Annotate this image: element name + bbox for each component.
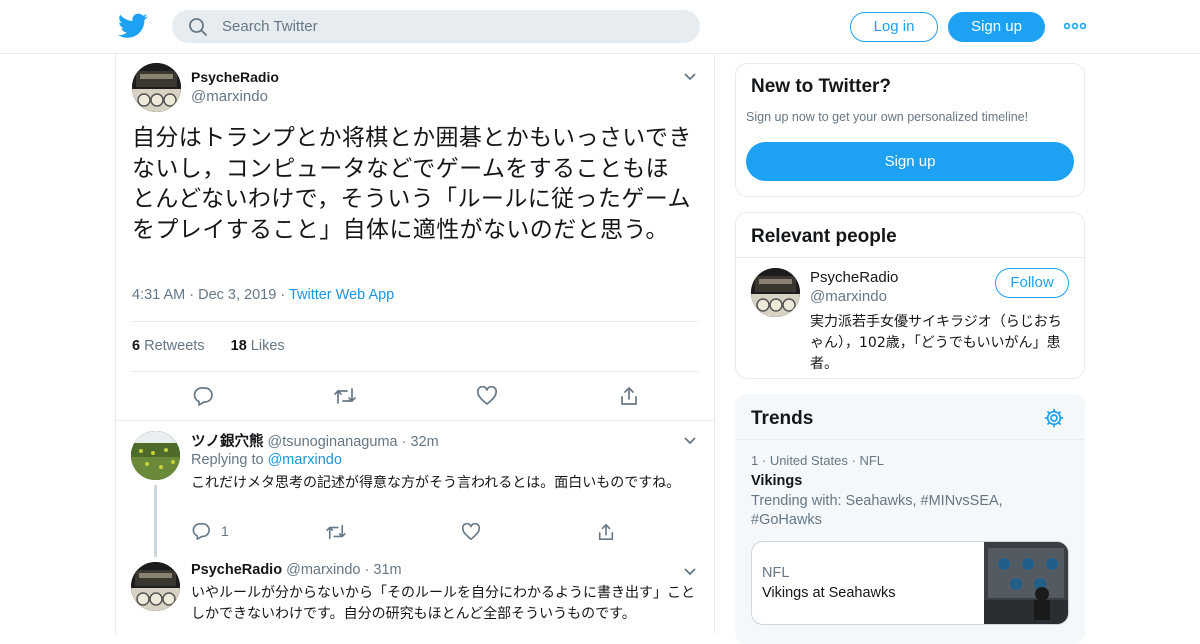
card-title: Trends xyxy=(751,408,814,429)
meta-separator: · xyxy=(189,287,199,303)
reply-author-name[interactable]: ツノ銀穴熊 xyxy=(191,434,264,450)
search-icon xyxy=(189,18,207,36)
person-handle[interactable]: @marxindo xyxy=(810,288,887,305)
person-bio: 実力派若手女優サイキラジオ（らじおちゃん），102歳，「どうでもいいがん」患者。 xyxy=(810,314,1062,372)
card-subtitle: Sign up now to get your own personalized… xyxy=(746,110,1029,124)
trend-meta: 1 · United States · NFL xyxy=(751,453,884,468)
thread-line xyxy=(154,485,157,557)
reply-text: これだけメタ思考の記述が得意な方がそう言われるとは。面白いものですね。 xyxy=(191,475,681,491)
replying-to: Replying to @marxindo xyxy=(191,452,342,468)
replying-prefix: Replying to xyxy=(191,452,264,468)
radio-avatar-icon xyxy=(131,562,180,611)
like-icon[interactable] xyxy=(461,523,481,541)
person-name[interactable]: PsycheRadio xyxy=(810,269,898,286)
reply-header: PsycheRadio @marxindo · 31m xyxy=(191,562,402,578)
trend-event-card[interactable]: NFL Vikings at Seahawks xyxy=(751,541,1069,625)
divider xyxy=(736,439,1084,440)
reply-author-handle[interactable]: @marxindo xyxy=(286,562,360,578)
signup-button[interactable]: Sign up xyxy=(746,142,1074,181)
avatar[interactable] xyxy=(131,562,180,611)
card-title: New to Twitter? xyxy=(751,76,892,97)
avatar[interactable] xyxy=(132,63,181,112)
top-bar: Log in Sign up xyxy=(0,0,1200,54)
meta-separator: · xyxy=(364,562,370,578)
more-options-icon[interactable] xyxy=(1064,19,1086,33)
divider xyxy=(131,371,699,372)
trend-card-category: NFL xyxy=(762,565,790,581)
likes-stat[interactable]: 18 Likes xyxy=(231,338,285,354)
trend-rank: 1 xyxy=(751,453,759,468)
tweet-date[interactable]: Dec 3, 2019 xyxy=(198,287,276,303)
divider xyxy=(131,321,699,322)
trend-card-title: Vikings at Seahawks xyxy=(762,585,896,601)
stadium-avatar-icon xyxy=(131,431,180,480)
tweet-time[interactable]: 4:31 AM xyxy=(132,287,185,303)
retweet-icon[interactable] xyxy=(333,387,357,405)
reply-icon[interactable] xyxy=(191,522,211,540)
tweet-author-handle[interactable]: @marxindo xyxy=(191,88,268,105)
new-to-twitter-card: New to Twitter? Sign up now to get your … xyxy=(735,63,1085,197)
meta-separator: · xyxy=(401,434,407,450)
reply-author-handle[interactable]: @tsunoginanaguma xyxy=(268,434,398,450)
reply-time[interactable]: 31m xyxy=(373,562,401,578)
tweet-column: PsycheRadio @marxindo 自分はトランプとか将棋とか囲碁とかも… xyxy=(115,54,715,634)
retweets-count: 6 xyxy=(132,338,141,354)
retweet-icon[interactable] xyxy=(325,524,347,540)
settings-gear-icon[interactable] xyxy=(1044,408,1064,428)
tweet-stats: 6 Retweets 18 Likes xyxy=(132,338,285,354)
reply-author-name[interactable]: PsycheRadio xyxy=(191,562,282,578)
reply-icon[interactable] xyxy=(192,386,214,406)
tweet-text: 自分はトランプとか将棋とか囲碁とかもいっさいできないし，コンピュータなどでゲーム… xyxy=(132,125,692,243)
trend-location: United States xyxy=(769,453,848,468)
divider xyxy=(736,257,1084,258)
like-icon[interactable] xyxy=(476,386,498,406)
chevron-down-icon[interactable] xyxy=(683,436,697,446)
chevron-down-icon[interactable] xyxy=(683,72,697,82)
follow-button[interactable]: Follow xyxy=(995,268,1069,298)
divider xyxy=(116,420,714,421)
meta-separator: · xyxy=(761,453,770,468)
retweets-label: Retweets xyxy=(144,338,205,354)
avatar[interactable] xyxy=(751,268,800,317)
avatar[interactable] xyxy=(131,431,180,480)
relevant-people-card: Relevant people PsycheRadio @marxindo Fo… xyxy=(735,212,1085,379)
tweet-author-name[interactable]: PsycheRadio xyxy=(191,69,279,85)
meta-separator: · xyxy=(280,287,289,303)
login-button[interactable]: Log in xyxy=(850,12,938,42)
reply-time[interactable]: 32m xyxy=(410,434,438,450)
likes-label: Likes xyxy=(250,338,285,354)
share-icon[interactable] xyxy=(597,522,615,542)
signup-button[interactable]: Sign up xyxy=(948,12,1045,42)
trend-category: NFL xyxy=(859,453,884,468)
chevron-down-icon[interactable] xyxy=(683,567,697,577)
press-conference-image-icon xyxy=(984,542,1068,624)
replying-to-link[interactable]: @marxindo xyxy=(268,452,342,468)
reply-header: ツノ銀穴熊 @tsunoginanaguma · 32m xyxy=(191,430,439,451)
tweet-meta: 4:31 AM · Dec 3, 2019 · Twitter Web App xyxy=(132,287,394,303)
search-box[interactable] xyxy=(172,10,700,43)
card-title: Relevant people xyxy=(751,226,897,247)
reply-count: 1 xyxy=(221,523,229,539)
radio-avatar-icon xyxy=(132,63,181,112)
share-icon[interactable] xyxy=(619,385,639,407)
reply-text: いやルールが分からないから「そのルールを自分にわかるように書き出す」ことしかでき… xyxy=(191,585,695,622)
twitter-logo-icon[interactable] xyxy=(118,13,148,39)
trend-with: Trending with: Seahawks, #MINvsSEA, #GoH… xyxy=(751,493,1003,528)
tweet-source[interactable]: Twitter Web App xyxy=(289,287,394,303)
radio-avatar-icon xyxy=(751,268,800,317)
retweets-stat[interactable]: 6 Retweets xyxy=(132,338,205,354)
trend-name[interactable]: Vikings xyxy=(751,473,802,489)
likes-count: 18 xyxy=(230,338,247,354)
trends-card: Trends 1 · United States · NFL Vikings T… xyxy=(735,394,1085,644)
search-input[interactable] xyxy=(222,10,682,43)
